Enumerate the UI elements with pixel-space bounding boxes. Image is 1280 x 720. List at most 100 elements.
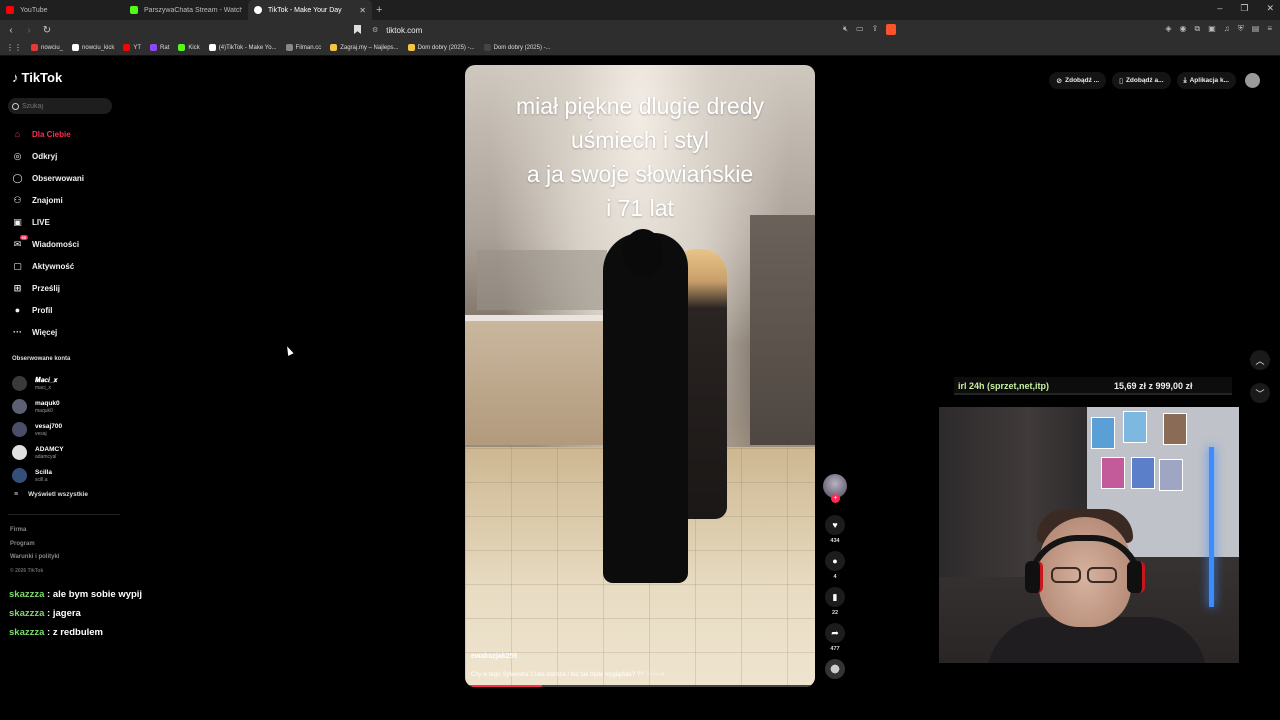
extension-icon[interactable]: ◈ xyxy=(1165,24,1171,34)
video-player[interactable]: miał piękne dlugie dredy uśmiech i styl … xyxy=(465,65,815,687)
bookmark-label: Zagraj.my – Najleps... xyxy=(340,44,399,51)
wall-poster xyxy=(1123,411,1147,443)
sidebar-item-obserwowani[interactable]: ◯ Obserwowani xyxy=(12,167,84,189)
next-video-button[interactable]: ﹀ xyxy=(1250,383,1270,403)
sidebar-item-prze-lij[interactable]: ⊞ Prześlij xyxy=(12,277,84,299)
vpn-icon[interactable]: ⛨ xyxy=(1238,24,1244,34)
bookmark-label: nowciu_kick xyxy=(82,44,115,51)
wallet-icon[interactable]: ▤ xyxy=(1252,24,1260,34)
get-coins-button[interactable]: ⊘ Zdobądź ... xyxy=(1049,72,1107,89)
avatar xyxy=(12,399,27,414)
footer-link[interactable]: Program xyxy=(10,538,59,552)
mute-site-icon[interactable]: 🔇︎ xyxy=(843,24,848,35)
bookmark-item[interactable]: Kick xyxy=(178,44,200,51)
bookmark-item[interactable]: Zagraj.my – Najleps... xyxy=(330,44,399,51)
chat-separator: : xyxy=(44,627,53,638)
tab-youtube[interactable]: YouTube xyxy=(0,0,124,20)
account-handle: maci_x xyxy=(35,384,51,391)
forward-icon[interactable]: › xyxy=(22,25,36,36)
sidebar-item-wiadomo-ci[interactable]: ✉ 99 Wiadomości xyxy=(12,233,84,255)
url-field[interactable]: ⚙ tiktok.com xyxy=(372,23,906,37)
extensions-puzzle-icon[interactable]: ⧉ xyxy=(1194,24,1200,34)
new-tab-button[interactable]: + xyxy=(376,4,382,16)
sidebar-item-live[interactable]: ▣ LIVE xyxy=(12,211,84,233)
get-app-button[interactable]: ▯ Zdobądź a... xyxy=(1112,72,1171,89)
chat-text: z redbulem xyxy=(52,627,103,638)
tiktok-logo[interactable]: ♪ TikTok xyxy=(12,70,62,85)
video-scene-shelf xyxy=(477,250,607,310)
account-name: 𝑴𝒂𝒄𝒊_𝒙 xyxy=(35,376,58,384)
extension-icon[interactable]: ◉ xyxy=(1180,24,1187,34)
sidebar-nav: ⌂ Dla Ciebie ◎ Odkryj ◯ Obserwowani ⚇ Znajomi ▣ L… xyxy=(12,123,84,343)
sidebar-item-odkryj[interactable]: ◎ Odkryj xyxy=(12,145,84,167)
search-box[interactable] xyxy=(8,98,112,114)
followed-account[interactable]: 𝑴𝒂𝒄𝒊_𝒙 maci_x xyxy=(12,372,64,395)
bookmark-item[interactable]: Dom dobry (2025) -... xyxy=(483,44,551,51)
video-scene-wall xyxy=(750,215,815,445)
footer-link[interactable]: Firma xyxy=(10,524,59,538)
followed-account[interactable]: ADAMCY adamcyal xyxy=(12,441,64,464)
sidebar-item-znajomi[interactable]: ⚇ Znajomi xyxy=(12,189,84,211)
media-icon[interactable]: ♫ xyxy=(1224,24,1230,34)
menu-icon[interactable]: ≡ xyxy=(1267,24,1272,34)
bookmark-item[interactable]: Rat xyxy=(150,44,169,51)
sidebar-item-label: Odkryj xyxy=(32,151,58,161)
follow-plus-icon[interactable]: + xyxy=(831,494,840,503)
maximize-icon[interactable]: ❐ xyxy=(1240,3,1248,14)
share-icon[interactable]: ⇪ xyxy=(872,24,879,35)
followed-account[interactable]: maquk0 maquk0 xyxy=(12,395,64,418)
music-disc-icon[interactable] xyxy=(825,659,845,679)
sidebar-item-dla-ciebie[interactable]: ⌂ Dla Ciebie xyxy=(12,123,84,145)
notification-badge: 99 xyxy=(19,234,28,240)
tab-kick-stream[interactable]: ParszywaChata Stream - Watch Live ... xyxy=(124,0,248,20)
save-button[interactable]: ▮ xyxy=(825,587,845,607)
comment-button[interactable]: ● xyxy=(825,551,845,571)
minimize-icon[interactable]: – xyxy=(1217,3,1222,14)
followed-account[interactable]: vesaj700 vesaj xyxy=(12,418,64,441)
sidebar-item-profil[interactable]: ● Profil xyxy=(12,299,84,321)
tab-title: ParszywaChata Stream - Watch Live ... xyxy=(144,6,242,14)
creator-avatar[interactable]: + xyxy=(823,474,847,503)
sidebar-item-wi-cej[interactable]: ··· Więcej xyxy=(12,321,84,343)
footer-link[interactable]: Warunki i polityki xyxy=(10,551,59,565)
cast-icon[interactable]: ▭ xyxy=(856,24,864,35)
glasses xyxy=(1051,567,1119,583)
tab-tiktok[interactable]: TikTok - Make Your Day ✕ xyxy=(248,0,372,20)
bookmark-item[interactable]: YT xyxy=(123,44,141,51)
brave-shields-icon[interactable] xyxy=(886,24,897,35)
followed-account[interactable]: Scilla scill.a xyxy=(12,464,64,487)
share-count: 477 xyxy=(830,646,840,652)
video-author[interactable]: ewakozjak255 xyxy=(471,653,517,660)
share-button[interactable]: ➦ xyxy=(825,623,845,643)
address-bar-row: ‹ › ↻ ⚙ tiktok.com 🔇︎ ▭ ⇪ ◈ ◉ ⧉ ▣ ♫ ⛨ ▤ … xyxy=(0,20,1280,40)
sidebar-icon[interactable]: ▣ xyxy=(1208,24,1216,34)
bookmark-item[interactable]: (4)TikTok - Make Yo... xyxy=(208,44,277,51)
see-all-button[interactable]: ≡ Wyświetl wszystkie xyxy=(14,491,88,498)
kick-favicon-icon xyxy=(130,6,138,14)
sidebar-item-label: Obserwowani xyxy=(32,173,85,183)
desktop-app-button[interactable]: ⤓ Aplikacja k... xyxy=(1176,72,1236,89)
sidebar-item-aktywno-[interactable]: ▢ Aktywność xyxy=(12,255,84,277)
previous-video-button[interactable]: ︿ xyxy=(1250,350,1270,370)
wall-poster xyxy=(1091,417,1115,449)
close-window-icon[interactable]: ✕ xyxy=(1266,3,1274,14)
sidebar-item-label: Profil xyxy=(32,305,53,315)
like-button[interactable]: ♥ xyxy=(825,515,845,535)
bookmark-page-icon[interactable] xyxy=(354,25,361,34)
search-input[interactable] xyxy=(22,102,106,110)
reload-icon[interactable]: ↻ xyxy=(40,25,54,36)
sidebar-item-label: Aktywność xyxy=(32,261,75,271)
home-icon: ⌂ xyxy=(14,129,21,139)
apps-icon[interactable]: ⋮⋮ xyxy=(6,43,22,52)
close-tab-icon[interactable]: ✕ xyxy=(359,6,366,15)
back-icon[interactable]: ‹ xyxy=(4,25,18,36)
site-info-icon[interactable]: ⚙ xyxy=(372,26,378,34)
video-progress-bar[interactable] xyxy=(465,685,815,687)
bookmark-item[interactable]: Filman.cc xyxy=(285,44,321,51)
chevron-up-icon: ︿ xyxy=(1255,355,1265,366)
bookmark-item[interactable]: nowciu_kick xyxy=(72,44,114,51)
bookmark-item[interactable]: nowciu_ xyxy=(31,44,63,51)
sidebar-item-label: Znajomi xyxy=(32,195,63,205)
bookmark-item[interactable]: Dom dobry (2025) -... xyxy=(407,44,475,51)
user-avatar[interactable] xyxy=(1245,73,1260,88)
